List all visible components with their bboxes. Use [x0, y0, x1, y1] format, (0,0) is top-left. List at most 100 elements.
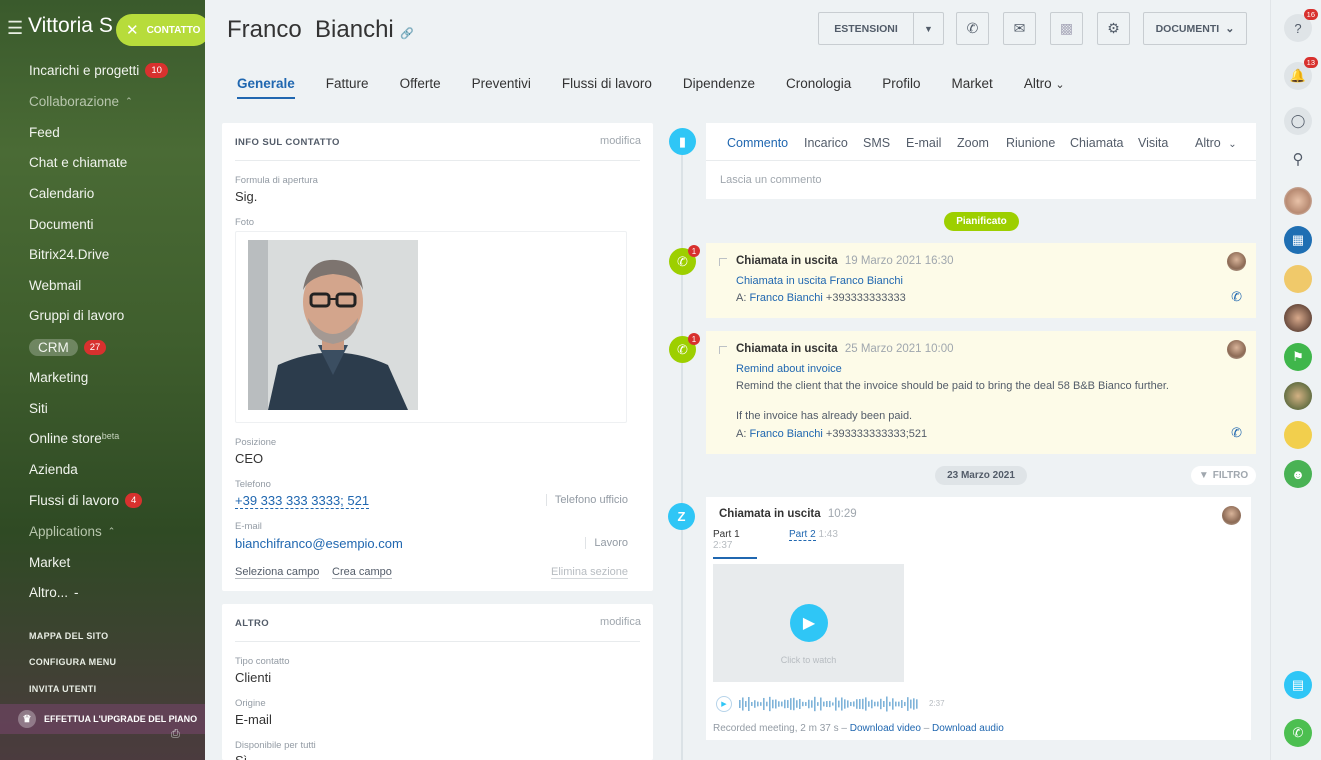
download-video-link[interactable]: Download video: [850, 723, 921, 734]
audio-waveform[interactable]: [739, 695, 924, 713]
tab-email[interactable]: E-mail: [906, 136, 941, 150]
help-icon[interactable]: ? 16: [1284, 9, 1318, 42]
avatar[interactable]: [1284, 421, 1312, 449]
sidebar-group-applications[interactable]: Applications ⌃: [29, 524, 115, 539]
avatar[interactable]: [1284, 265, 1312, 293]
invite-users-link[interactable]: INVITA UTENTI: [29, 684, 96, 694]
tab-workflows[interactable]: Flussi di lavoro: [562, 76, 652, 99]
lock-icon[interactable]: ⚑: [1284, 343, 1312, 371]
search-icon[interactable]: ⚲: [1284, 145, 1312, 173]
delete-section-link[interactable]: Elimina sezione: [551, 566, 629, 579]
sidebar-item-workflows[interactable]: Flussi di lavoro 4: [29, 493, 143, 508]
recipient-link[interactable]: Franco Bianchi: [749, 292, 822, 304]
portal-title[interactable]: Vittoria S: [28, 14, 113, 38]
photo-field[interactable]: [235, 231, 627, 423]
avatar[interactable]: [1284, 382, 1312, 410]
checkbox[interactable]: [719, 346, 727, 354]
tab-market[interactable]: Market: [952, 76, 993, 99]
chevron-down-icon[interactable]: ▼: [913, 13, 943, 44]
tab-zoom[interactable]: Zoom: [957, 136, 989, 150]
phone-icon[interactable]: ✆: [1231, 425, 1242, 441]
recipient-link[interactable]: Franco Bianchi: [749, 428, 822, 440]
play-icon[interactable]: ▶: [790, 604, 828, 642]
bell-icon[interactable]: 🔔 13: [1284, 57, 1318, 90]
sitemap-link[interactable]: MAPPA DEL SITO: [29, 631, 108, 641]
documents-button[interactable]: DOCUMENTI ⌄: [1143, 12, 1247, 45]
sidebar-item-company[interactable]: Azienda: [29, 462, 78, 477]
avatar[interactable]: [1284, 187, 1312, 215]
sidebar-item-feed[interactable]: Feed: [29, 125, 60, 140]
sidebar-item-webmail[interactable]: Webmail: [29, 278, 81, 293]
tab-call[interactable]: Chiamata: [1070, 136, 1124, 150]
phone-icon[interactable]: ✆: [1284, 719, 1312, 747]
activity-link[interactable]: Chiamata in uscita Franco Bianchi: [736, 275, 903, 287]
email-label: E-mail: [235, 521, 262, 532]
tab-more[interactable]: Altro ⌄: [1195, 136, 1237, 150]
phone-icon[interactable]: ✆: [1231, 289, 1242, 305]
tab-profile[interactable]: Profilo: [882, 76, 920, 99]
sidebar-item-calendar[interactable]: Calendario: [29, 186, 94, 201]
screen-icon[interactable]: ▤: [1284, 671, 1312, 699]
select-field-link[interactable]: Seleziona campo: [235, 566, 320, 579]
recording-tab-part2[interactable]: Part 2 1:43: [789, 529, 838, 541]
sidebar-item-tasks[interactable]: Incarichi e progetti 10: [29, 63, 168, 78]
user-icon[interactable]: ☻: [1284, 460, 1312, 488]
tab-invoices[interactable]: Fatture: [326, 76, 369, 99]
phone-link[interactable]: +39 333 333 3333; 521: [235, 493, 370, 509]
sidebar-item-drive[interactable]: Bitrix24.Drive: [29, 247, 109, 262]
sidebar-item-workgroups[interactable]: Gruppi di lavoro: [29, 308, 124, 323]
create-field-link[interactable]: Crea campo: [332, 566, 392, 579]
edit-link[interactable]: modifica: [600, 135, 641, 147]
zoom-activity: Chiamata in uscita 10:29 Part 1 2:37 Par…: [706, 497, 1251, 740]
sidebar-item-market[interactable]: Market: [29, 555, 70, 570]
avatar[interactable]: [1227, 340, 1246, 359]
tab-meeting[interactable]: Riunione: [1006, 136, 1055, 150]
email-button[interactable]: ✉: [1003, 12, 1036, 45]
avatar[interactable]: [1227, 252, 1246, 271]
sidebar-item-crm[interactable]: CRM 27: [29, 339, 107, 356]
email-link[interactable]: bianchifranco@esempio.com: [235, 536, 403, 551]
tab-estimates[interactable]: Preventivi: [472, 76, 531, 99]
sidebar-item-more[interactable]: Altro... -: [29, 585, 79, 600]
print-icon[interactable]: ⎙: [171, 728, 180, 741]
count-badge: 4: [125, 493, 143, 508]
link-icon[interactable]: 🔗: [400, 28, 414, 40]
settings-button[interactable]: ⚙: [1097, 12, 1130, 45]
activity-link[interactable]: Remind about invoice: [736, 363, 842, 375]
edit-link[interactable]: modifica: [600, 616, 641, 628]
configure-menu-link[interactable]: CONFIGURA MENU: [29, 657, 116, 667]
group-icon[interactable]: ▦: [1284, 226, 1312, 254]
tab-dependencies[interactable]: Dipendenze: [683, 76, 755, 99]
video-player[interactable]: ▶ Click to watch: [713, 564, 904, 682]
activity-link-text: Remind about invoice: [736, 363, 842, 375]
download-audio-link[interactable]: Download audio: [932, 723, 1004, 734]
sidebar-item-online-store[interactable]: Online store beta: [29, 431, 119, 446]
contact-button[interactable]: ✕ CONTATTO: [116, 14, 205, 46]
tab-task[interactable]: Incarico: [804, 136, 848, 150]
comment-input[interactable]: Lascia un commento: [720, 174, 822, 186]
tab-offers[interactable]: Offerte: [400, 76, 441, 99]
audio-play-icon[interactable]: ▶: [716, 696, 732, 712]
menu-icon[interactable]: ☰: [7, 18, 23, 39]
tab-history[interactable]: Cronologia: [786, 76, 851, 99]
tab-sms[interactable]: SMS: [863, 136, 890, 150]
chat-button[interactable]: ▩: [1050, 12, 1083, 45]
waveform-bar: [748, 696, 750, 712]
tab-more[interactable]: Altro ⌄: [1024, 76, 1065, 99]
chat-icon[interactable]: ◯: [1284, 107, 1312, 135]
sidebar-group-collaboration[interactable]: Collaborazione ⌃: [29, 94, 133, 109]
filter-button[interactable]: ▼ FILTRO: [1191, 466, 1256, 485]
sidebar-item-sites[interactable]: Siti: [29, 401, 48, 416]
sidebar-item-documents[interactable]: Documenti: [29, 217, 94, 232]
checkbox[interactable]: [719, 258, 727, 266]
sidebar-item-marketing[interactable]: Marketing: [29, 370, 88, 385]
avatar[interactable]: [1222, 506, 1241, 525]
call-button[interactable]: ✆: [956, 12, 989, 45]
recording-tab-part1[interactable]: Part 1 2:37: [713, 529, 757, 559]
avatar[interactable]: [1284, 304, 1312, 332]
tab-general[interactable]: Generale: [237, 76, 295, 99]
extensions-button[interactable]: ESTENSIONI ▼: [818, 12, 944, 45]
tab-comment[interactable]: Commento: [727, 136, 788, 150]
tab-visit[interactable]: Visita: [1138, 136, 1168, 150]
sidebar-item-chat[interactable]: Chat e chiamate: [29, 155, 127, 170]
